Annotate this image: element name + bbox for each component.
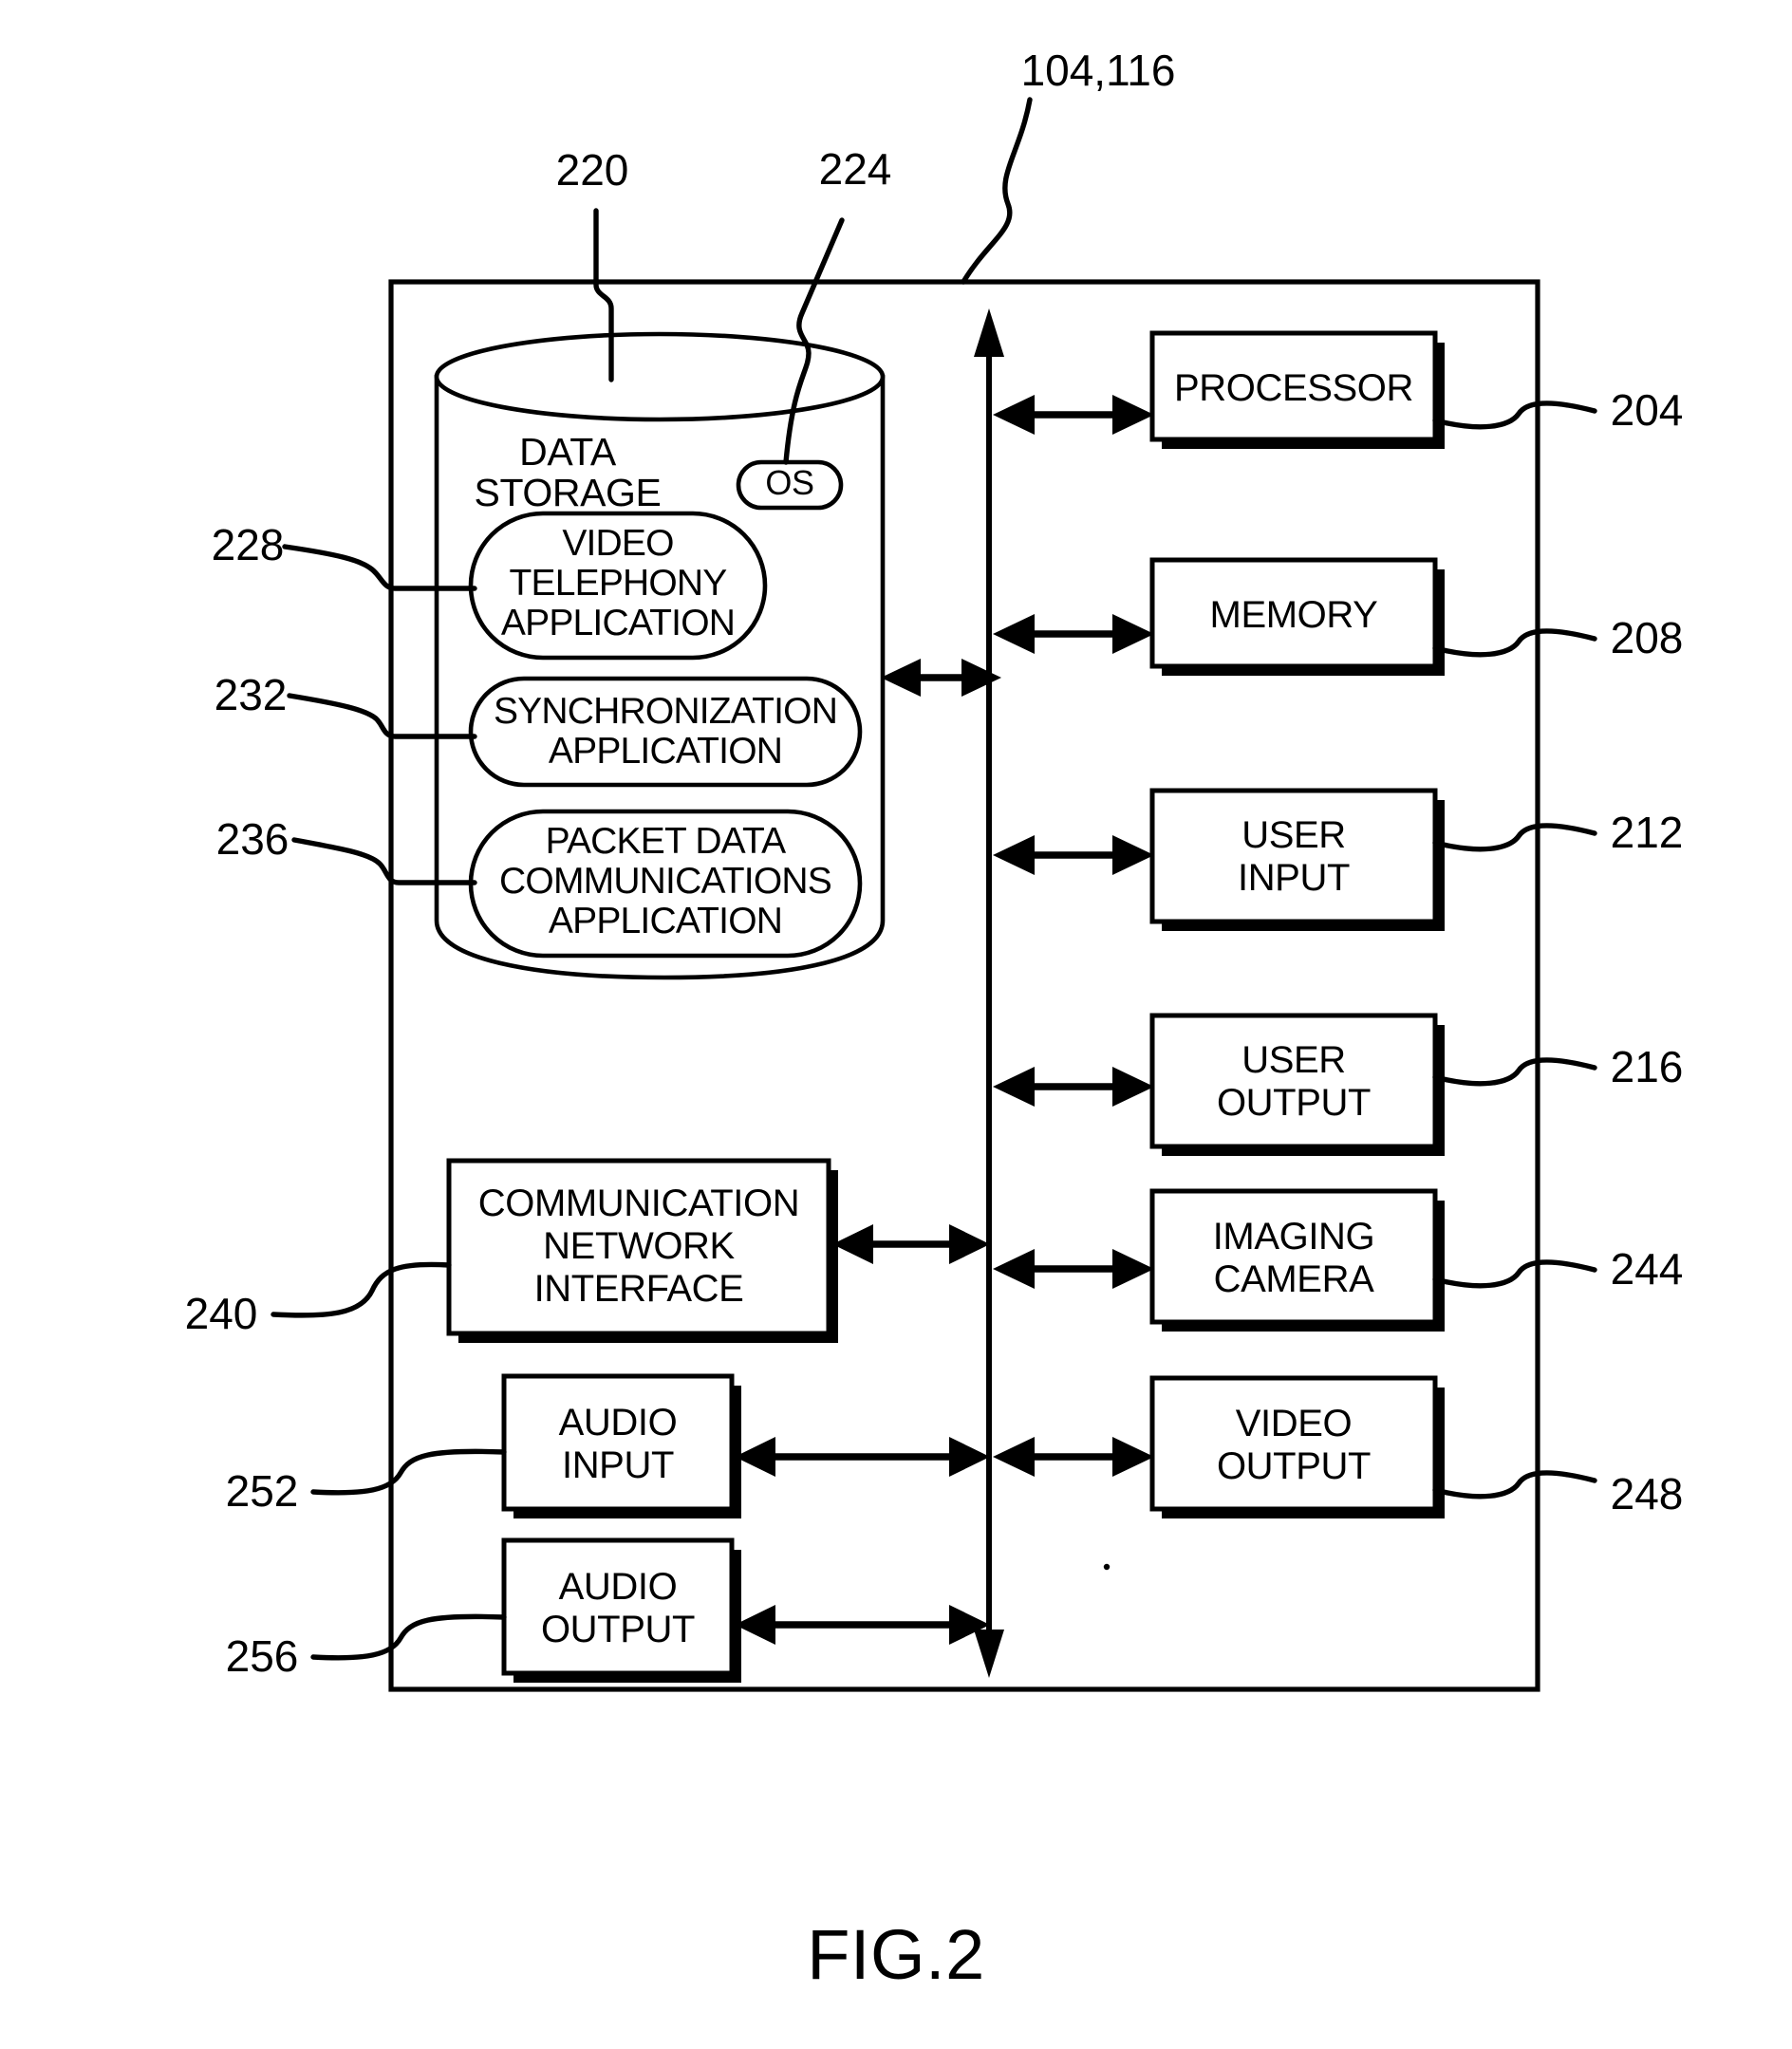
stray-dot-mark: [1103, 1563, 1111, 1571]
app-label-line: VIDEO: [562, 523, 673, 564]
data-storage-label-line1: DATA: [519, 430, 617, 474]
block-label: USER: [1241, 1039, 1346, 1081]
ref-label-block: 244: [1611, 1244, 1684, 1294]
app-label-line: TELEPHONY: [509, 563, 727, 604]
leader-line-block-216: [1432, 1057, 1597, 1087]
block-user-input: [1149, 788, 1438, 924]
arrow-storage-bus-head-left: [881, 659, 921, 697]
ref-label-block: 240: [185, 1289, 258, 1338]
app-label-line: COMMUNICATIONS: [499, 861, 831, 902]
arrow-head-right: [1112, 395, 1154, 435]
ref-label-block: 216: [1611, 1042, 1684, 1091]
bus-arrow-bottom: [974, 1630, 1004, 1678]
ref-label-block: 252: [226, 1466, 299, 1516]
arrow-head-right: [1112, 835, 1154, 875]
arrow-head-left: [993, 614, 1035, 654]
block-label: CAMERA: [1214, 1258, 1374, 1300]
block-label: AUDIO: [559, 1402, 678, 1444]
leader-line-block-244: [1432, 1259, 1597, 1289]
ref-label-os: 224: [819, 144, 892, 194]
block-label: OUTPUT: [541, 1609, 695, 1650]
data-storage-label-line2: STORAGE: [475, 471, 662, 514]
leader-line-block-212: [1432, 823, 1597, 852]
data-storage-cylinder-top: [434, 331, 886, 422]
block-label: INPUT: [562, 1444, 674, 1486]
block-label: VIDEO: [1236, 1403, 1352, 1444]
block-label: PROCESSOR: [1174, 367, 1413, 409]
arrow-head-right: [1112, 1437, 1154, 1477]
arrow-head-right: [1112, 1067, 1154, 1107]
arrow-head-right: [1112, 1249, 1154, 1289]
leader-line-device: [961, 97, 1033, 285]
block-label: USER: [1241, 814, 1346, 856]
block-label: OUTPUT: [1217, 1445, 1371, 1487]
block-label: INPUT: [1238, 857, 1350, 899]
ref-label-app: 232: [215, 670, 288, 719]
arrow-head-left: [993, 1067, 1035, 1107]
leader-line-block-240: [271, 1261, 452, 1318]
arrow-head-left: [993, 395, 1035, 435]
arrow-head-right: [949, 1224, 990, 1264]
block-label: AUDIO: [559, 1566, 678, 1608]
block-label: NETWORK: [543, 1225, 735, 1267]
block-label: INTERFACE: [534, 1268, 744, 1310]
arrow-head-left: [993, 835, 1035, 875]
app-label-line: SYNCHRONIZATION: [494, 691, 837, 732]
leader-line-block-248: [1432, 1470, 1597, 1499]
block-label: MEMORY: [1210, 594, 1378, 636]
ref-label-block: 256: [226, 1631, 299, 1681]
ref-label-block: 212: [1611, 808, 1684, 857]
figure-canvas: 104,116 DATA STORAGE 220 OS 224 VIDEO TE…: [185, 46, 1684, 1994]
arrow-head-right: [1112, 614, 1154, 654]
ref-label-block: 204: [1611, 385, 1684, 435]
figure-caption: FIG.2: [807, 1915, 985, 1994]
leader-line-block-204: [1432, 400, 1597, 430]
bus-arrow-top: [974, 308, 1004, 357]
block-user-output: [1149, 1013, 1438, 1149]
ref-label-app: 228: [212, 520, 285, 569]
block-label: OUTPUT: [1217, 1082, 1371, 1124]
app-label-line: APPLICATION: [549, 901, 782, 941]
ref-label-storage: 220: [556, 145, 629, 195]
arrow-head-left: [993, 1249, 1035, 1289]
ref-label-block: 248: [1611, 1469, 1684, 1518]
ref-label-device: 104,116: [1021, 46, 1176, 95]
leader-line-block-252: [310, 1448, 507, 1496]
leader-line-block-208: [1432, 628, 1597, 658]
leader-line-block-256: [310, 1613, 507, 1661]
arrow-storage-bus-head-right: [961, 659, 1001, 697]
patent-figure: 104,116 DATA STORAGE 220 OS 224 VIDEO TE…: [0, 0, 1792, 2049]
arrow-head-right: [949, 1437, 990, 1477]
block-label: IMAGING: [1213, 1216, 1375, 1257]
block-label: COMMUNICATION: [478, 1183, 799, 1224]
os-label: OS: [765, 463, 813, 502]
ref-label-app: 236: [216, 814, 289, 864]
app-label-line: APPLICATION: [549, 731, 782, 772]
ref-label-block: 208: [1611, 613, 1684, 662]
app-label-line: APPLICATION: [501, 603, 735, 643]
arrow-head-left: [832, 1224, 873, 1264]
arrow-head-left: [993, 1437, 1035, 1477]
app-label-line: PACKET DATA: [546, 821, 786, 862]
